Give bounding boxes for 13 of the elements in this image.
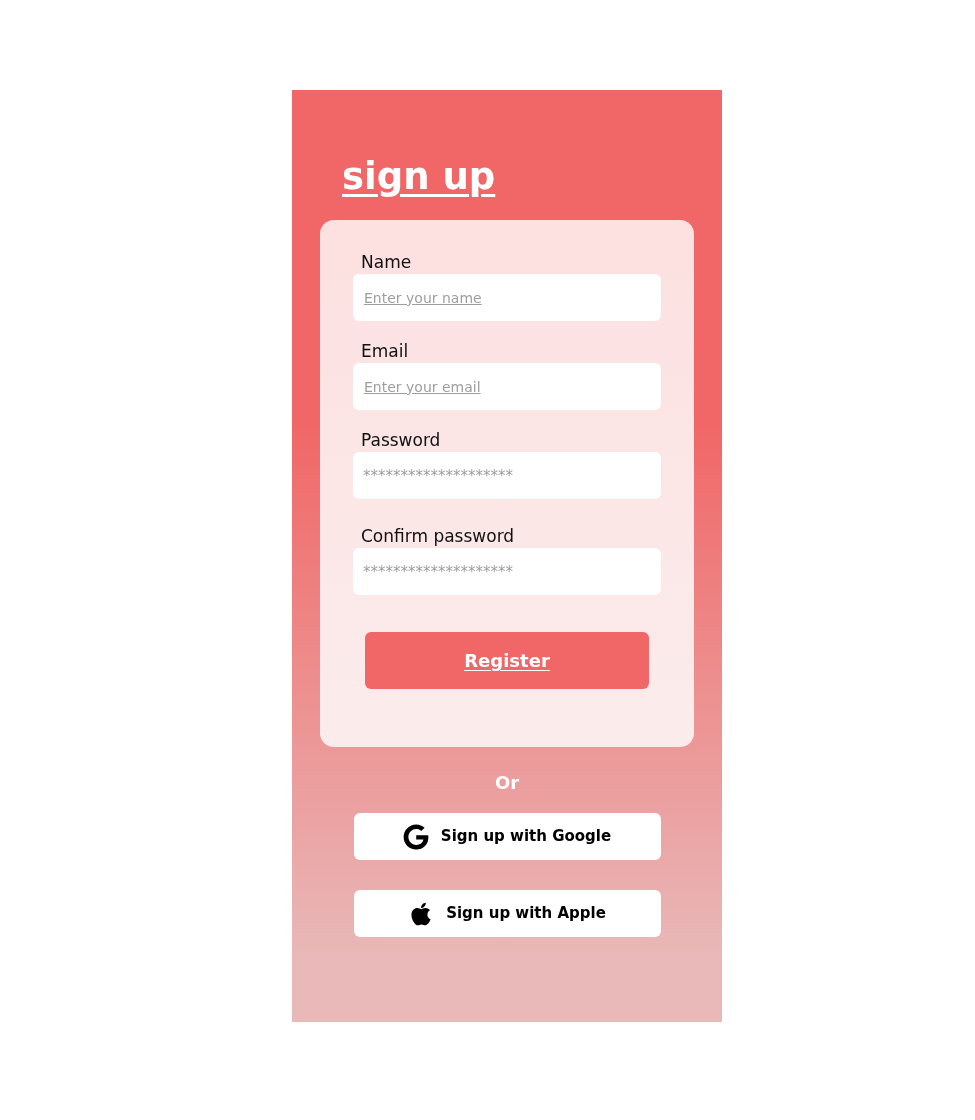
text-field[interactable]: Enter your name: [353, 274, 661, 321]
field-label: Confirm password: [361, 525, 515, 547]
google-g-icon: [402, 823, 429, 850]
or-divider-text: Or: [494, 772, 520, 794]
text-field[interactable]: Enter your email: [353, 363, 661, 410]
page-title: sign up: [342, 154, 496, 200]
field-label: Name: [361, 251, 412, 273]
field-label: Email: [361, 340, 409, 362]
social-sign-up-button[interactable]: Sign up with Apple: [353, 890, 661, 937]
password-field[interactable]: ********************: [353, 452, 661, 499]
field-label: Password: [361, 429, 441, 451]
social-sign-up-button[interactable]: Sign up with Google: [353, 813, 661, 860]
password-field[interactable]: ********************: [353, 548, 661, 595]
